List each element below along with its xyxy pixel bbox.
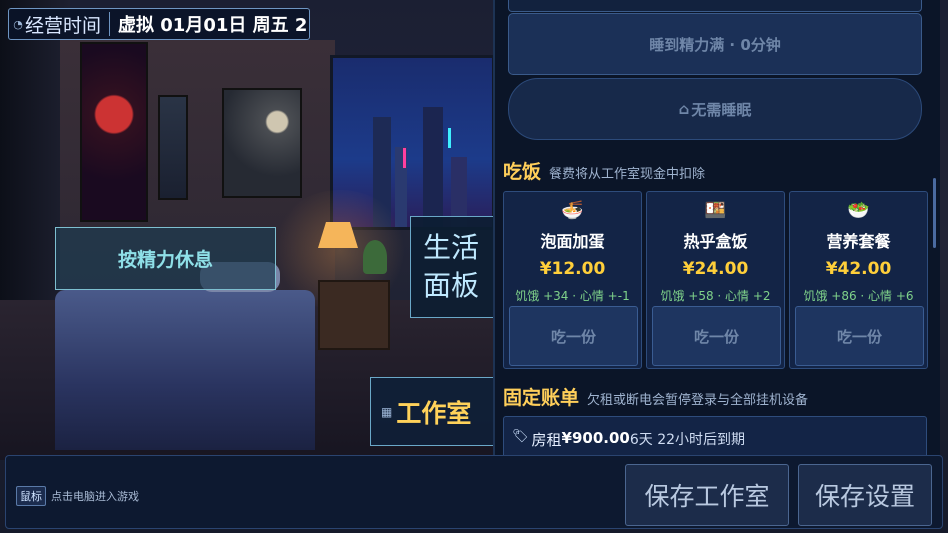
food-stats: 饥饿 +34 · 心情 +-1: [515, 289, 630, 303]
poster-moon: [222, 88, 302, 198]
eat-one-button[interactable]: 吃一份: [652, 306, 781, 366]
clock-icon: ◔: [13, 17, 23, 31]
bento-box-icon: 🍱: [704, 200, 727, 221]
business-time-display: ◔ 经营时间 虚拟 01月01日 周五 2: [8, 8, 311, 40]
potted-plant: [363, 240, 387, 274]
food-price: ¥42.00: [825, 259, 892, 279]
eat-one-button[interactable]: 吃一份: [509, 306, 638, 366]
eat-title: 吃饭: [503, 161, 542, 183]
eat-section-header: 吃饭 餐费将从工作室现金中扣除: [503, 157, 705, 184]
food-card-instant-noodles: 🍜 泡面加蛋 ¥12.00 饥饿 +34 · 心情 +-1 吃一份: [503, 191, 642, 369]
life-panel-button[interactable]: 生活面板: [410, 216, 500, 318]
bills-section-header: 固定账单 欠租或断电会暂停登录与全部挂机设备: [503, 383, 808, 410]
eat-one-button[interactable]: 吃一份: [795, 306, 924, 366]
save-settings-button[interactable]: 保存设置: [798, 464, 932, 526]
mouse-key-badge: 鼠标: [16, 486, 46, 506]
rest-by-energy-button[interactable]: 按精力休息: [55, 227, 276, 290]
rent-amount: ¥900.00: [561, 429, 630, 447]
no-sleep-button[interactable]: ⌂ 无需睡眠: [508, 78, 922, 140]
neon-sign: [448, 128, 451, 148]
poster-small: [158, 95, 188, 200]
food-name: 营养套餐: [826, 232, 891, 251]
food-price: ¥12.00: [539, 259, 606, 279]
business-time-label: 经营时间: [25, 14, 102, 37]
poster-eclipse: [80, 42, 148, 222]
food-price: ¥24.00: [682, 259, 749, 279]
save-studio-button[interactable]: 保存工作室: [625, 464, 789, 526]
sleep-until-full-button[interactable]: 睡到精力满 · 0分钟: [508, 13, 922, 75]
city-building: [423, 107, 443, 227]
studio-button[interactable]: ▦ 工作室: [370, 377, 505, 446]
panel-scrollbar[interactable]: [933, 178, 936, 248]
control-hint: 鼠标 点击电脑进入游戏: [16, 486, 139, 506]
grid-icon: ▦: [381, 404, 393, 419]
bottom-bar: 鼠标 点击电脑进入游戏 保存工作室 保存设置: [5, 455, 943, 529]
life-panel: 睡到精力满 · 0分钟 ⌂ 无需睡眠 吃饭 餐费将从工作室现金中扣除 🍜 泡面加…: [493, 0, 940, 455]
food-name: 泡面加蛋: [540, 232, 605, 251]
hint-text: 点击电脑进入游戏: [51, 490, 139, 503]
bills-title: 固定账单: [503, 387, 580, 409]
rent-icon: 🏷: [512, 429, 529, 444]
home-icon: ⌂: [678, 100, 690, 118]
food-stats: 饥饿 +58 · 心情 +2: [660, 289, 771, 303]
bills-subtitle: 欠租或断电会暂停登录与全部挂机设备: [587, 393, 809, 408]
food-card-bento: 🍱 热乎盒饭 ¥24.00 饥饿 +58 · 心情 +2 吃一份: [646, 191, 785, 369]
meal-plate-icon: 🥗: [847, 200, 870, 221]
rent-due: 6天 22小时后到期: [629, 432, 746, 448]
noodle-bowl-icon: 🍜: [561, 200, 584, 221]
rent-bill-row: 🏷 房租 ¥900.00 6天 22小时后到期: [503, 416, 927, 455]
food-name: 热乎盒饭: [683, 232, 748, 251]
bed: [55, 290, 315, 450]
food-stats: 饥饿 +86 · 心情 +6: [803, 289, 914, 303]
virtual-date: 虚拟 01月01日 周五 2: [118, 15, 308, 36]
eat-subtitle: 餐费将从工作室现金中扣除: [549, 167, 706, 182]
rent-label: 房租: [531, 431, 562, 449]
neon-sign: [403, 148, 406, 168]
no-sleep-label: 无需睡眠: [691, 100, 752, 119]
panel-top-edge: [508, 0, 922, 12]
studio-button-label: 工作室: [396, 398, 472, 428]
nightstand: [318, 280, 390, 350]
food-card-nutrition-meal: 🥗 营养套餐 ¥42.00 饥饿 +86 · 心情 +6 吃一份: [789, 191, 928, 369]
